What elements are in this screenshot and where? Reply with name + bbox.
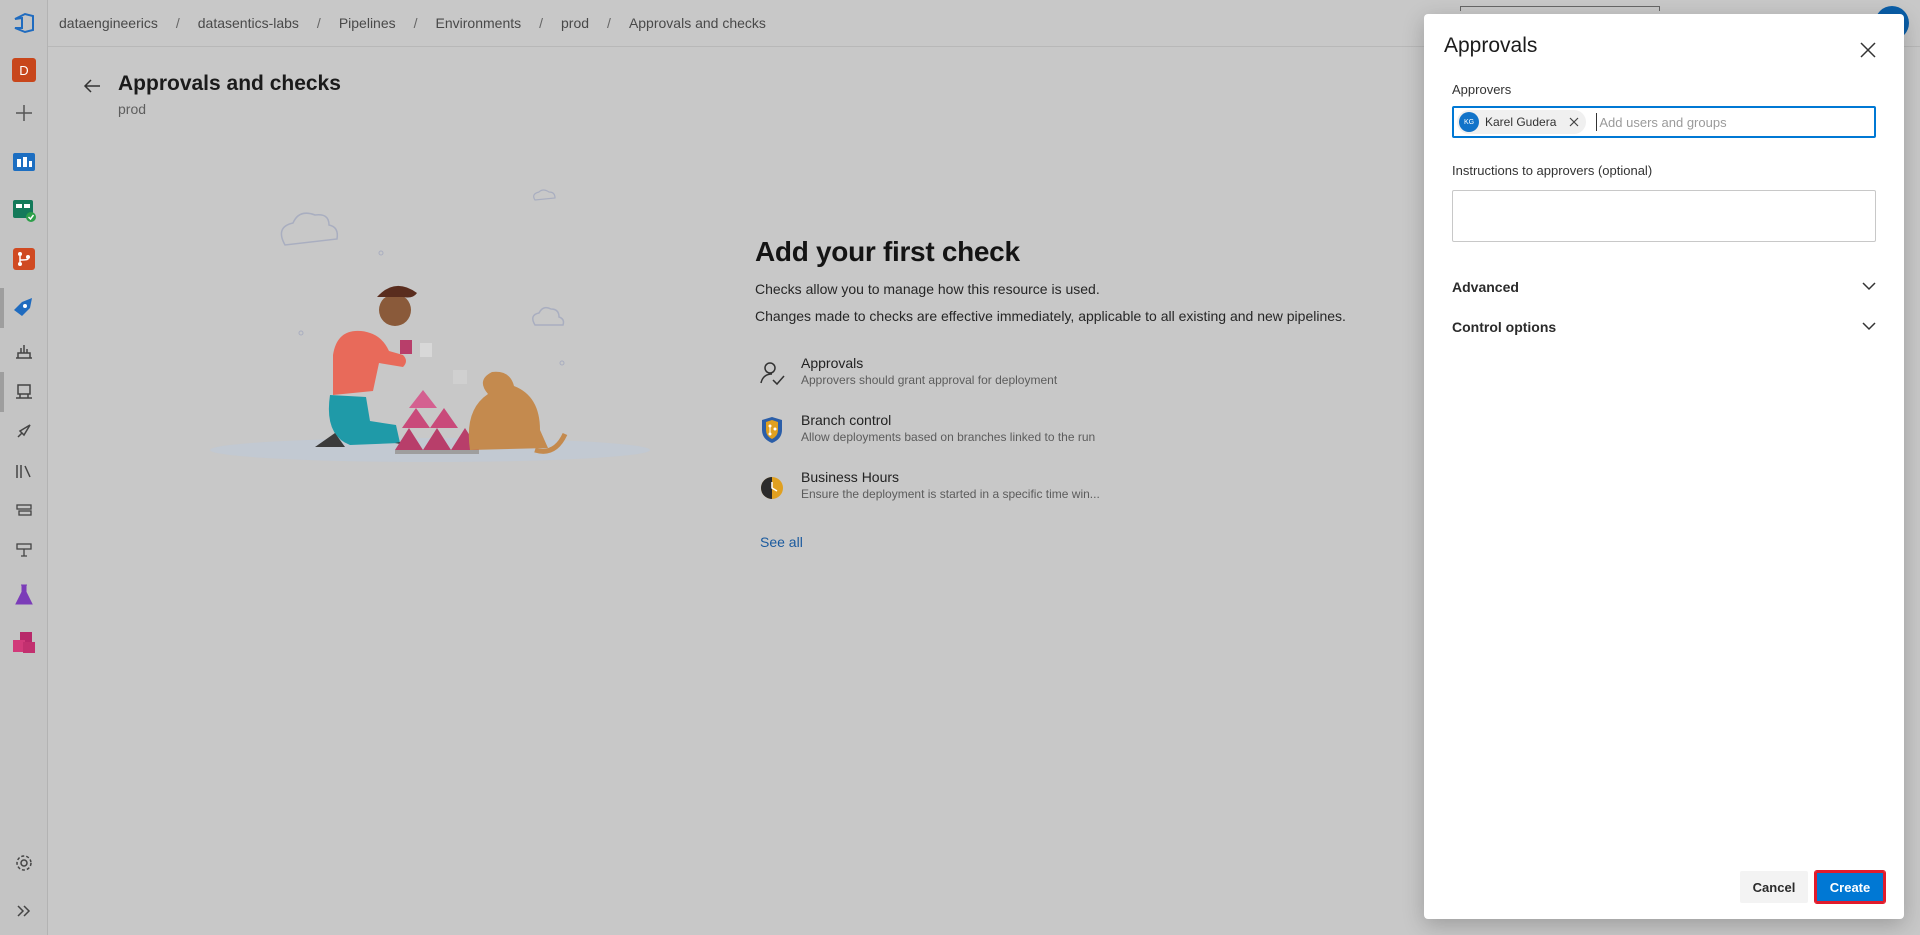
add-approvers-input[interactable] bbox=[1596, 113, 1874, 131]
plus-icon[interactable] bbox=[12, 101, 36, 125]
settings-gear-icon[interactable] bbox=[12, 851, 36, 875]
control-options-section-toggle[interactable]: Control options bbox=[1452, 315, 1876, 339]
empty-state-description: Checks allow you to manage how this reso… bbox=[755, 281, 1100, 297]
cancel-button[interactable]: Cancel bbox=[1740, 871, 1808, 903]
instructions-label: Instructions to approvers (optional) bbox=[1452, 163, 1653, 178]
branch-shield-icon bbox=[758, 416, 786, 444]
top-search-box[interactable] bbox=[1460, 6, 1660, 11]
overview-icon[interactable] bbox=[12, 150, 36, 174]
empty-state-title: Add your first check bbox=[755, 236, 1020, 267]
breadcrumb-project[interactable]: datasentics-labs bbox=[198, 15, 299, 31]
check-option-approvals[interactable]: Approvals Approvers should grant approva… bbox=[758, 355, 1198, 399]
approvals-panel: Approvals Approvers KG Karel Gudera Inst… bbox=[1424, 14, 1904, 919]
page-title: Approvals and checks bbox=[118, 72, 341, 95]
task-groups-icon[interactable] bbox=[12, 498, 36, 522]
check-option-business-hours[interactable]: Business Hours Ensure the deployment is … bbox=[758, 469, 1198, 513]
create-button[interactable]: Create bbox=[1814, 870, 1886, 904]
breadcrumb-separator: / bbox=[607, 15, 611, 31]
breadcrumb-separator: / bbox=[175, 15, 180, 31]
control-options-section-label: Control options bbox=[1452, 319, 1557, 335]
approver-chip: KG Karel Gudera bbox=[1457, 110, 1587, 134]
deployment-groups-icon[interactable] bbox=[12, 538, 36, 562]
releases-icon[interactable] bbox=[12, 419, 36, 443]
empty-state-illustration bbox=[210, 189, 650, 462]
instructions-textarea[interactable] bbox=[1452, 190, 1876, 242]
chevron-down-icon bbox=[1862, 318, 1876, 336]
user-check-icon bbox=[758, 359, 786, 387]
repos-icon[interactable] bbox=[12, 247, 36, 271]
approver-avatar: KG bbox=[1459, 112, 1479, 132]
check-name: Approvals bbox=[801, 355, 864, 371]
see-all-link[interactable]: See all bbox=[760, 534, 803, 550]
rail-active-indicator bbox=[0, 372, 4, 412]
page-subtitle: prod bbox=[118, 101, 147, 117]
artifacts-icon[interactable] bbox=[12, 631, 36, 655]
test-plans-icon[interactable] bbox=[12, 583, 36, 607]
panel-title: Approvals bbox=[1444, 34, 1538, 57]
org-avatar-icon[interactable]: D bbox=[12, 58, 36, 82]
environments-icon[interactable] bbox=[12, 380, 36, 404]
approvers-picker[interactable]: KG Karel Gudera bbox=[1452, 106, 1876, 138]
clock-icon bbox=[758, 473, 786, 501]
check-name: Branch control bbox=[801, 412, 892, 428]
breadcrumb-separator: / bbox=[413, 15, 418, 31]
azure-devops-logo-icon[interactable] bbox=[12, 11, 36, 35]
breadcrumb-organization[interactable]: dataengineerics bbox=[59, 15, 158, 31]
check-description: Allow deployments based on branches link… bbox=[801, 430, 1096, 444]
close-icon[interactable] bbox=[1854, 36, 1882, 64]
library-icon[interactable] bbox=[12, 459, 36, 483]
empty-state-note: Changes made to checks are effective imm… bbox=[755, 308, 1346, 324]
builds-icon[interactable] bbox=[12, 339, 36, 363]
expand-chevrons-icon[interactable] bbox=[12, 899, 36, 923]
breadcrumb-approvals-and-checks[interactable]: Approvals and checks bbox=[629, 15, 766, 31]
approver-name: Karel Gudera bbox=[1485, 115, 1557, 129]
breadcrumb-environment-prod[interactable]: prod bbox=[561, 15, 589, 31]
remove-approver-icon[interactable] bbox=[1568, 116, 1580, 128]
approvers-label: Approvers bbox=[1452, 82, 1512, 97]
chevron-down-icon bbox=[1862, 278, 1876, 296]
breadcrumb-separator: / bbox=[316, 15, 321, 31]
back-arrow-icon[interactable] bbox=[82, 76, 102, 96]
advanced-section-toggle[interactable]: Advanced bbox=[1452, 275, 1876, 299]
rail-selection-indicator bbox=[0, 288, 4, 328]
left-nav-rail: D bbox=[0, 0, 48, 935]
boards-icon[interactable] bbox=[12, 198, 36, 222]
check-description: Approvers should grant approval for depl… bbox=[801, 373, 1058, 387]
advanced-section-label: Advanced bbox=[1452, 279, 1519, 295]
breadcrumb-pipelines[interactable]: Pipelines bbox=[339, 15, 396, 31]
check-description: Ensure the deployment is started in a sp… bbox=[801, 487, 1100, 501]
check-option-branch-control[interactable]: Branch control Allow deployments based o… bbox=[758, 412, 1198, 456]
check-name: Business Hours bbox=[801, 469, 900, 485]
pipelines-icon[interactable] bbox=[12, 296, 36, 320]
breadcrumb-environments[interactable]: Environments bbox=[436, 15, 522, 31]
breadcrumb-separator: / bbox=[539, 15, 544, 31]
